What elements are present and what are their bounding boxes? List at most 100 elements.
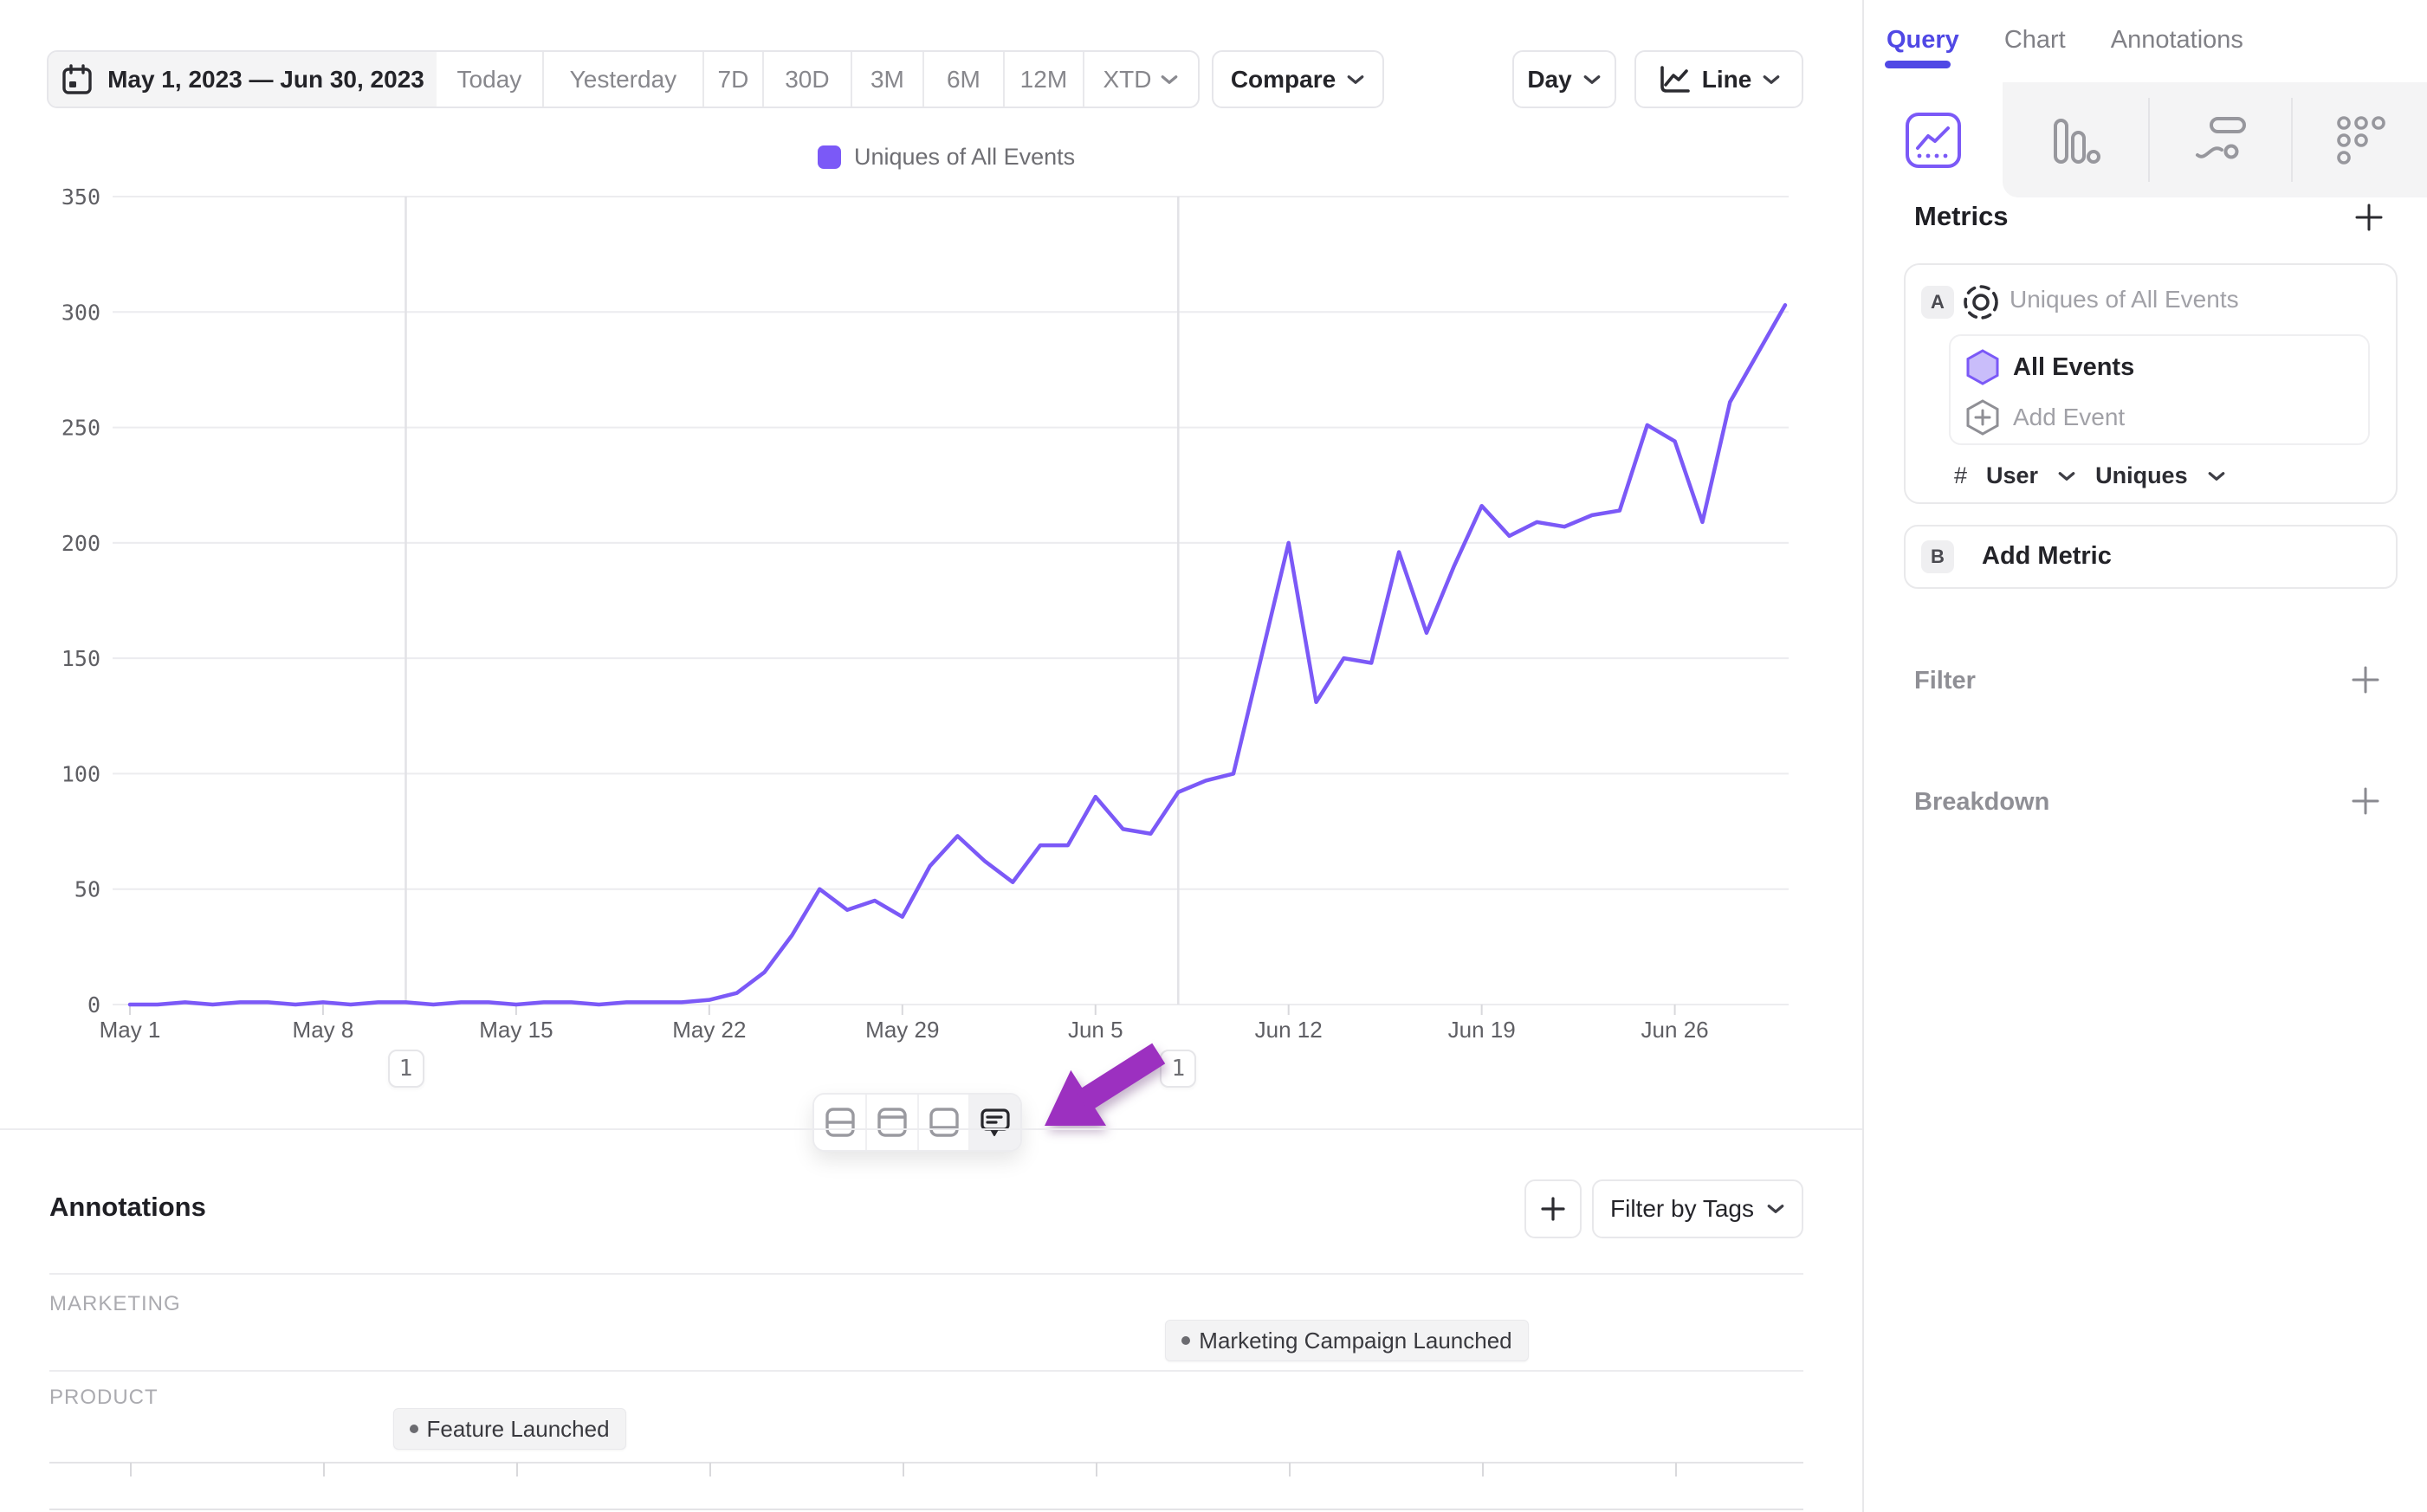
mini-timeline-tick	[1675, 1463, 1677, 1476]
x-axis-tick-label: May 22	[672, 1017, 746, 1043]
add-annotation-button[interactable]	[1524, 1179, 1582, 1238]
measure-entity-dropdown[interactable]: User	[1986, 462, 2038, 489]
preset-xtd-label: XTD	[1103, 66, 1151, 94]
preset-12m[interactable]: 12M	[1003, 52, 1083, 107]
mini-timeline-tick	[903, 1463, 904, 1476]
chart-type-label: Line	[1702, 66, 1752, 94]
mini-timeline-tick	[709, 1463, 711, 1476]
annotation-group-label-product: PRODUCT	[49, 1386, 159, 1410]
mini-timeline-tick	[1289, 1463, 1291, 1476]
event-list-card	[1949, 334, 2370, 445]
calendar-icon	[61, 63, 94, 96]
plus-icon	[1539, 1195, 1567, 1223]
preset-xtd[interactable]: XTD	[1083, 52, 1198, 107]
chart-type-strip	[1864, 82, 2427, 197]
granularity-button[interactable]: Day	[1512, 50, 1616, 108]
compare-button[interactable]: Compare	[1212, 50, 1384, 108]
x-axis-tick-label: May 29	[865, 1017, 939, 1043]
analytics-app: May 1, 2023 — Jun 30, 2023 TodayYesterda…	[0, 0, 2427, 1512]
number-symbol: #	[1954, 462, 1967, 489]
filter-by-tags-label: Filter by Tags	[1610, 1195, 1754, 1223]
layout-split-bottom-icon	[929, 1107, 960, 1138]
annotation-pill[interactable]: Feature Launched	[393, 1408, 626, 1450]
metric-a-badge: A	[1921, 286, 1954, 319]
layout-split-middle-button[interactable]	[814, 1095, 865, 1150]
event-row-all-events[interactable]: All Events	[2013, 353, 2134, 382]
layout-split-bottom-button[interactable]	[917, 1095, 969, 1150]
preset-3m[interactable]: 3M	[851, 52, 922, 107]
y-axis-tick-label: 100	[61, 761, 100, 786]
annotations-divider	[49, 1370, 1803, 1372]
y-axis-tick-label: 350	[61, 184, 100, 210]
annotations-timeline-axis	[49, 1462, 1803, 1464]
add-metric-card[interactable]	[1904, 525, 2398, 589]
y-axis-tick-label: 300	[61, 300, 100, 325]
annotations-section-title: Annotations	[49, 1192, 206, 1223]
add-event-button[interactable]: Add Event	[2013, 404, 2125, 431]
line-chart-icon	[1657, 64, 1692, 95]
bar-chart-tab-icon	[2048, 113, 2102, 167]
date-range-button[interactable]: May 1, 2023 — Jun 30, 2023	[49, 52, 437, 107]
chart-legend: Uniques of All Events	[818, 144, 1075, 171]
metric-scope-icon[interactable]	[1961, 282, 2001, 322]
y-axis-tick-label: 50	[74, 877, 100, 902]
annotation-dot-icon	[1181, 1336, 1190, 1345]
granularity-label: Day	[1527, 66, 1571, 94]
chart-type-tab-retention[interactable]	[2293, 82, 2427, 197]
chevron-down-icon	[1762, 74, 1781, 86]
metrics-heading: Metrics	[1914, 201, 2009, 232]
chart-type-button[interactable]: Line	[1634, 50, 1803, 108]
tab-annotations[interactable]: Annotations	[2111, 26, 2243, 55]
x-axis-tick-label: Jun 12	[1255, 1017, 1323, 1043]
active-tab-underline	[1885, 61, 1951, 68]
line-chart-canvas: 050100150200250300350May 1May 8May 15May…	[0, 0, 1862, 1512]
compare-label: Compare	[1231, 66, 1336, 94]
y-axis-tick-label: 150	[61, 646, 100, 671]
retention-grid-tab-icon	[2334, 113, 2388, 167]
mini-timeline-tick	[130, 1463, 132, 1476]
chevron-down-icon	[1766, 1203, 1785, 1215]
mini-timeline-tick	[323, 1463, 325, 1476]
legend-swatch	[818, 145, 841, 169]
y-axis-tick-label: 0	[87, 992, 100, 1018]
chart-type-tab-bar[interactable]	[2006, 82, 2145, 197]
x-axis-tick-label: May 8	[293, 1017, 354, 1043]
chevron-down-icon[interactable]	[2207, 470, 2226, 482]
chart-type-tab-flow[interactable]	[2150, 82, 2290, 197]
mini-timeline-tick	[1482, 1463, 1484, 1476]
preset-6m[interactable]: 6M	[922, 52, 1003, 107]
x-axis-tick-label: May 15	[479, 1017, 553, 1043]
chevron-down-icon	[1582, 74, 1602, 86]
y-axis-tick-label: 200	[61, 531, 100, 556]
annotation-dot-icon	[410, 1425, 418, 1433]
measure-aggregation-dropdown[interactable]: Uniques	[2095, 462, 2188, 489]
filter-section-label: Filter	[1914, 667, 1976, 695]
preset-30d[interactable]: 30D	[762, 52, 851, 107]
filter-by-tags-button[interactable]: Filter by Tags	[1592, 1179, 1803, 1238]
add-event-hexagon-plus-icon	[1964, 398, 2001, 436]
layout-split-top-icon	[877, 1107, 908, 1138]
chevron-down-icon[interactable]	[2057, 470, 2076, 482]
preset-yesterday[interactable]: Yesterday	[542, 52, 702, 107]
add-metric-label: Add Metric	[1982, 542, 2112, 571]
tab-chart[interactable]: Chart	[2004, 26, 2066, 55]
preset-today[interactable]: Today	[437, 52, 542, 107]
layout-split-top-button[interactable]	[865, 1095, 917, 1150]
breakdown-section-label: Breakdown	[1914, 788, 2049, 817]
chart-type-tab-line[interactable]	[1864, 82, 2003, 197]
annotations-toggle-button[interactable]	[968, 1095, 1020, 1150]
layout-split-middle-icon	[825, 1107, 856, 1138]
annotation-marker-chip-1[interactable]: 1	[388, 1050, 424, 1088]
annotation-pill-label: Feature Launched	[427, 1416, 610, 1443]
line-chart-tab-icon	[1905, 112, 1962, 169]
annotation-pill[interactable]: Marketing Campaign Launched	[1165, 1320, 1528, 1361]
tab-query[interactable]: Query	[1887, 26, 1959, 55]
legend-label: Uniques of All Events	[854, 144, 1075, 171]
add-metric-plus-icon[interactable]	[2354, 203, 2384, 232]
add-filter-plus-icon[interactable]	[2351, 665, 2380, 695]
mini-timeline-tick	[1096, 1463, 1097, 1476]
chart-layout-toolbar	[812, 1093, 1022, 1152]
metric-name-placeholder[interactable]: Uniques of All Events	[2010, 286, 2239, 313]
preset-7d[interactable]: 7D	[702, 52, 762, 107]
add-breakdown-plus-icon[interactable]	[2351, 786, 2380, 816]
